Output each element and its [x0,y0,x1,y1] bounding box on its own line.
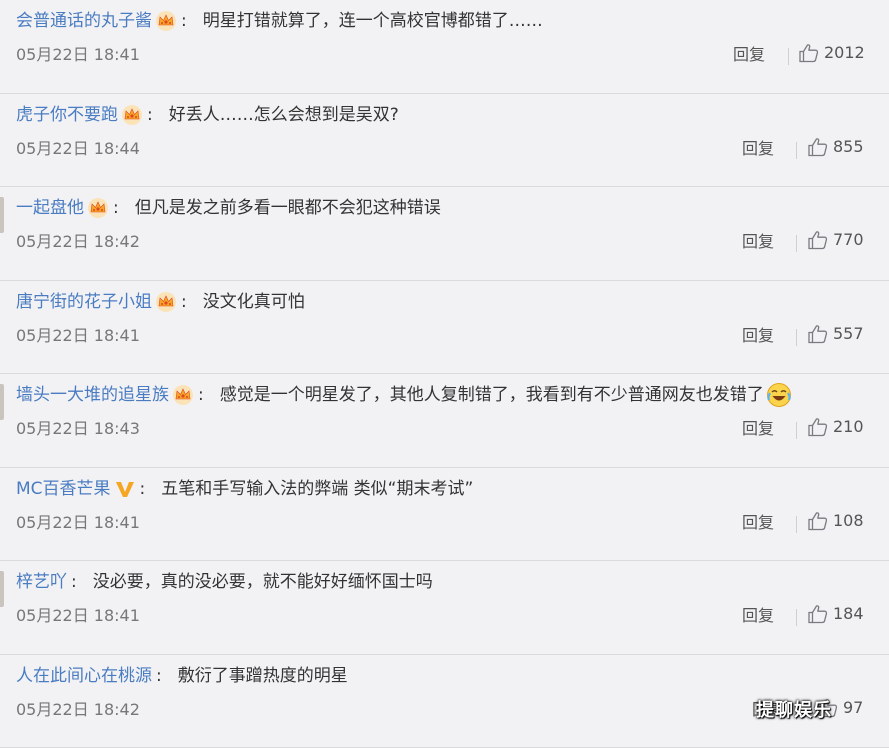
comment-line: MC百香芒果 : 五笔和手写输入法的弊端 类似“期末考试” [16,475,473,503]
avatar-edge [0,197,4,233]
action-divider [796,516,797,533]
like-button[interactable]: 770 [807,229,864,251]
reply-button[interactable]: 回复 [742,138,774,160]
comment-text: 明星打错就算了，连一个高校官博都错了…… [203,7,543,35]
colon-separator: : [113,194,119,222]
comment-timestamp: 05月22日 18:42 [16,231,140,253]
reply-button[interactable]: 回复 [742,231,774,253]
like-button[interactable]: 855 [807,136,864,158]
like-count: 210 [833,416,864,438]
avatar-edge [0,384,4,420]
comment-username[interactable]: 唐宁街的花子小姐 [16,288,152,316]
like-count: 855 [833,136,864,158]
comment-line: 虎子你不要跑 : 好丢人……怎么会想到是吴双? [16,101,399,129]
comment-line: 墙头一大堆的追星族 : 感觉是一个明星发了，其他人复制错了，我看到有不少普通网友… [16,381,792,409]
watermark-text: 提聊娱乐 [756,696,832,722]
reply-button[interactable]: 回复 [742,325,774,347]
reply-button[interactable]: 回复 [733,44,765,66]
colon-separator: : [181,288,187,316]
like-count: 108 [833,510,864,532]
comment-username[interactable]: 梓艺吖 [16,568,67,596]
thumbs-up-icon [807,137,833,157]
comment-timestamp: 05月22日 18:41 [16,512,140,534]
reply-button[interactable]: 回复 [742,605,774,627]
comment-line: 人在此间心在桃源 : 敷衍了事蹭热度的明星 [16,662,348,690]
comment-username[interactable]: 一起盘他 [16,194,84,222]
like-count: 2012 [824,42,865,64]
colon-separator: : [71,568,77,596]
comment-item: MC百香芒果 : 五笔和手写输入法的弊端 类似“期末考试” 05月22日 18:… [0,468,889,562]
thumbs-up-icon [807,511,833,531]
comment-item: 一起盘他 : 但凡是发之前多看一眼都不会犯这种错误 05月22日 18:42 回… [0,187,889,281]
thumbs-up-icon [807,417,833,437]
crown-badge-icon [155,291,177,313]
watermark: 提聊娱乐 [756,696,832,722]
crown-badge-icon [87,197,109,219]
like-button[interactable]: 210 [807,416,864,438]
crown-badge-icon [155,10,177,32]
like-button[interactable]: 108 [807,510,864,532]
comment-line: 梓艺吖 : 没必要，真的没必要，就不能好好缅怀国士吗 [16,568,433,596]
comment-text: 感觉是一个明星发了，其他人复制错了，我看到有不少普通网友也发错了 [220,381,764,409]
colon-separator: : [198,381,204,409]
comment-line: 会普通话的丸子酱 : 明星打错就算了，连一个高校官博都错了…… [16,7,543,35]
thumbs-up-icon [798,43,824,63]
comment-line: 一起盘他 : 但凡是发之前多看一眼都不会犯这种错误 [16,194,441,222]
comment-username[interactable]: 会普通话的丸子酱 [16,7,152,35]
comment-item: 唐宁街的花子小姐 : 没文化真可怕 05月22日 18:41 回复 557 [0,281,889,375]
comment-text: 好丢人……怎么会想到是吴双? [169,101,399,129]
comment-text: 敷衍了事蹭热度的明星 [178,662,348,690]
comment-item: 会普通话的丸子酱 : 明星打错就算了，连一个高校官博都错了…… 05月22日 1… [0,0,889,94]
colon-separator: : [147,101,153,129]
action-divider [788,48,789,65]
like-button[interactable]: 184 [807,603,864,625]
comment-text: 没文化真可怕 [203,288,305,316]
laugh-cry-emoji-icon [766,382,792,408]
comment-timestamp: 05月22日 18:41 [16,325,140,347]
comment-username[interactable]: 墙头一大堆的追星族 [16,381,169,409]
v-badge-icon [114,478,136,500]
comment-username[interactable]: MC百香芒果 [16,475,111,503]
crown-badge-icon [172,384,194,406]
like-count: 184 [833,603,864,625]
like-count: 557 [833,323,864,345]
comment-timestamp: 05月22日 18:41 [16,605,140,627]
like-count: 97 [843,697,863,719]
comment-timestamp: 05月22日 18:41 [16,44,140,66]
comment-item: 梓艺吖 : 没必要，真的没必要，就不能好好缅怀国士吗 05月22日 18:41 … [0,561,889,655]
comment-username[interactable]: 虎子你不要跑 [16,101,118,129]
comment-line: 唐宁街的花子小姐 : 没文化真可怕 [16,288,305,316]
thumbs-up-icon [807,230,833,250]
colon-separator: : [181,7,187,35]
crown-badge-icon [121,104,143,126]
comment-item: 墙头一大堆的追星族 : 感觉是一个明星发了，其他人复制错了，我看到有不少普通网友… [0,374,889,468]
comment-timestamp: 05月22日 18:42 [16,699,140,721]
avatar-edge [0,571,4,607]
action-divider [796,329,797,346]
like-count: 770 [833,229,864,251]
action-divider [796,235,797,252]
comment-text: 但凡是发之前多看一眼都不会犯这种错误 [135,194,441,222]
comment-list: 会普通话的丸子酱 : 明星打错就算了，连一个高校官博都错了…… 05月22日 1… [0,0,889,748]
like-button[interactable]: 557 [807,323,864,345]
action-divider [796,142,797,159]
like-button[interactable]: 2012 [798,42,865,64]
colon-separator: : [156,662,162,690]
colon-separator: : [140,475,146,503]
reply-button[interactable]: 回复 [742,512,774,534]
comment-username[interactable]: 人在此间心在桃源 [16,662,152,690]
comment-item: 虎子你不要跑 : 好丢人……怎么会想到是吴双? 05月22日 18:44 回复 … [0,94,889,188]
action-divider [796,422,797,439]
action-divider [796,609,797,626]
thumbs-up-icon [807,604,833,624]
thumbs-up-icon [807,324,833,344]
comment-timestamp: 05月22日 18:44 [16,138,140,160]
reply-button[interactable]: 回复 [742,418,774,440]
comment-text: 五笔和手写输入法的弊端 类似“期末考试” [161,475,473,503]
comment-text: 没必要，真的没必要，就不能好好缅怀国士吗 [93,568,433,596]
comment-timestamp: 05月22日 18:43 [16,418,140,440]
